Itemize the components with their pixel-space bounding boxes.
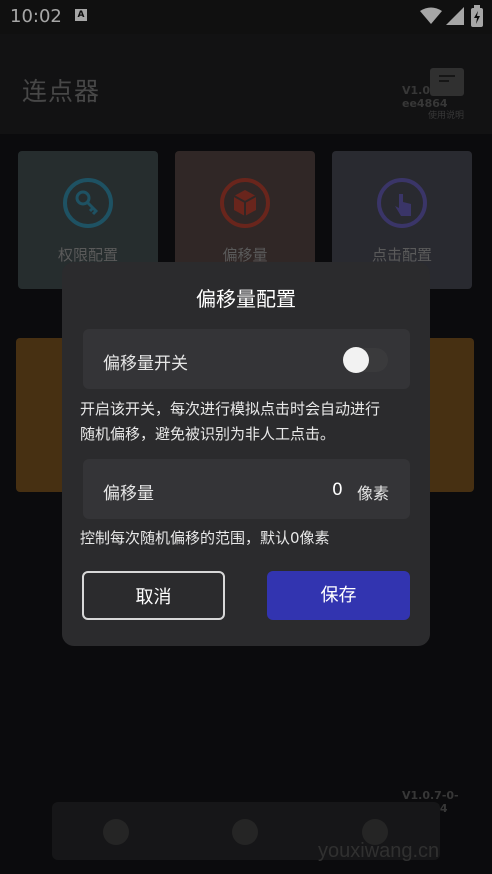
offset-value[interactable]: 0 (332, 480, 343, 500)
offset-switch-label: 偏移量开关 (103, 354, 188, 374)
offset-label: 偏移量 (103, 484, 154, 504)
cancel-button[interactable]: 取消 (82, 571, 225, 620)
switch-description-line1: 开启该开关，每次进行模拟点击时会自动进行 (80, 400, 381, 418)
offset-unit: 像素 (357, 484, 390, 503)
offset-description: 控制每次随机偏移的范围，默认0像素 (80, 529, 330, 547)
offset-switch-thumb[interactable] (343, 347, 369, 373)
save-button[interactable]: 保存 (267, 571, 410, 620)
switch-description-line2: 随机偏移，避免被识别为非人工点击。 (80, 425, 336, 443)
dialog-title: 偏移量配置 (196, 287, 296, 311)
